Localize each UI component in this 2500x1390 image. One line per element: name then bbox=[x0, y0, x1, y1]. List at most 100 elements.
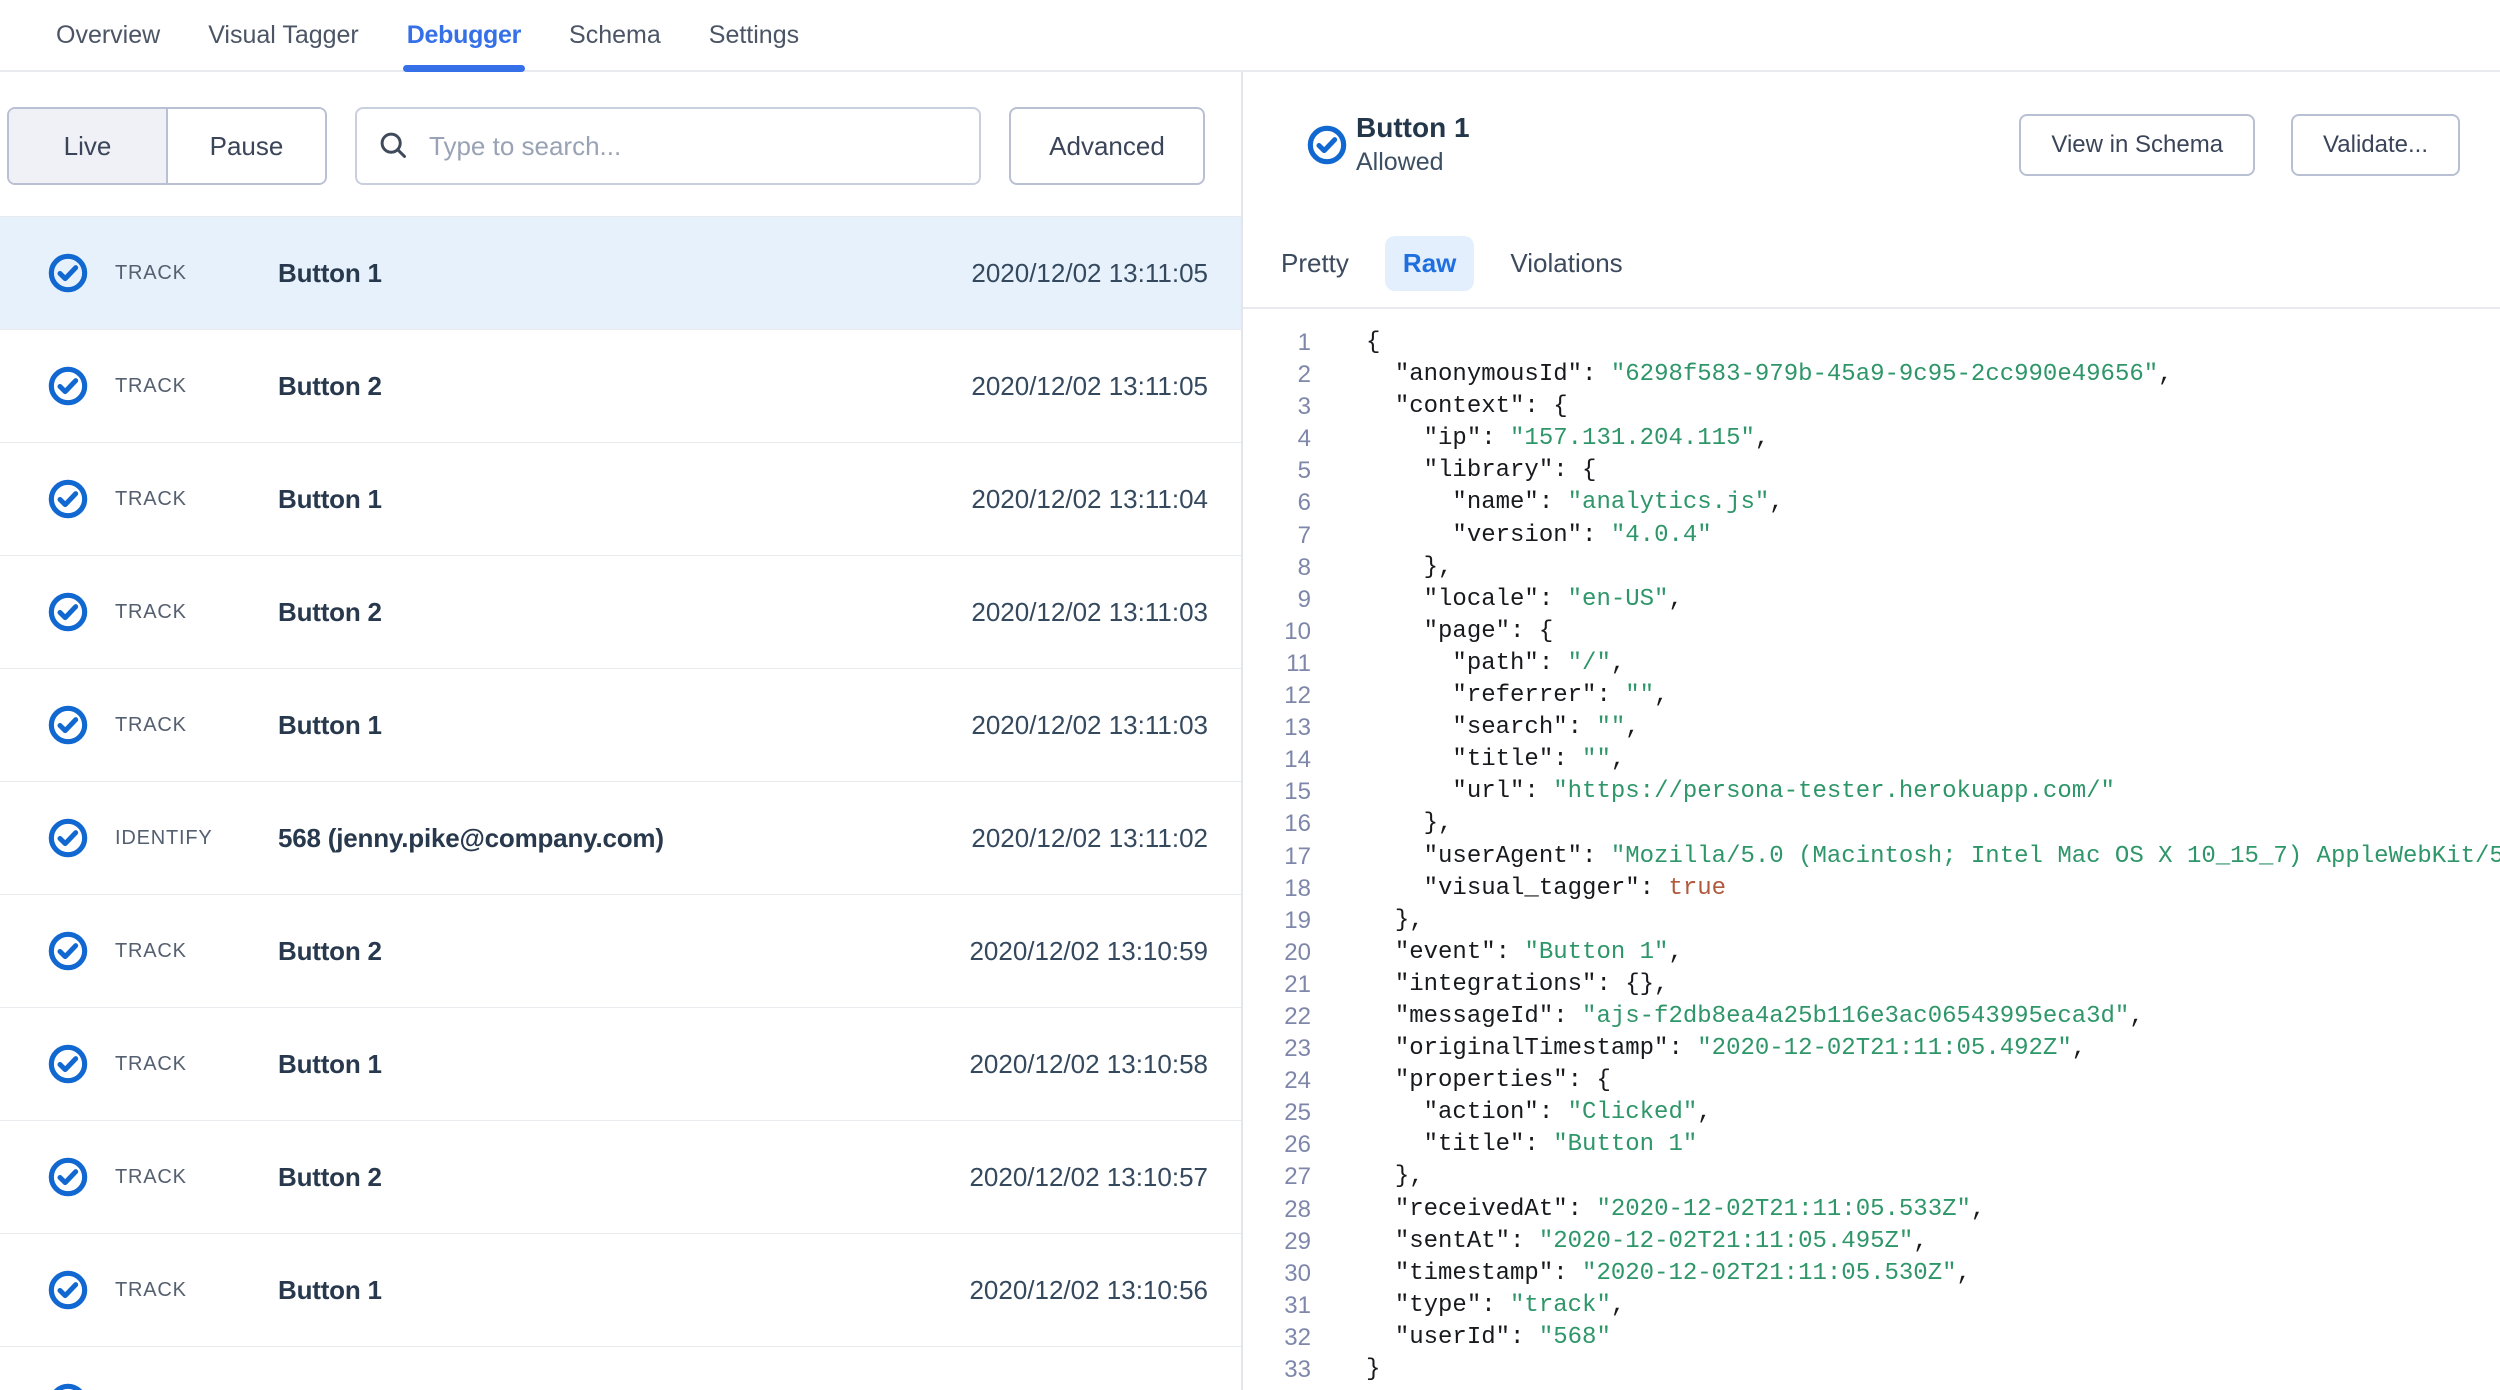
event-row[interactable]: TRACKButton 22020/12/02 13:10:57 bbox=[0, 1121, 1241, 1234]
line-number: 21 bbox=[1243, 969, 1311, 1001]
check-circle-icon bbox=[48, 479, 88, 519]
line-number: 28 bbox=[1243, 1194, 1311, 1226]
check-circle-icon bbox=[48, 818, 88, 858]
tab-schema[interactable]: Schema bbox=[569, 0, 661, 70]
event-row[interactable]: TRACKButton 12020/12/02 13:11:04 bbox=[0, 443, 1241, 556]
code-text: "integrations": {}, bbox=[1311, 969, 1668, 1001]
line-number: 3 bbox=[1243, 391, 1311, 423]
line-number: 19 bbox=[1243, 905, 1311, 937]
line-number: 18 bbox=[1243, 873, 1311, 905]
code-line: 7 "version": "4.0.4" bbox=[1243, 520, 2500, 552]
code-text: "sentAt": "2020-12-02T21:11:05.495Z", bbox=[1311, 1226, 1928, 1258]
code-line: 10 "page": { bbox=[1243, 616, 2500, 648]
event-row[interactable]: TRACKButton 22020/12/02 13:11:03 bbox=[0, 556, 1241, 669]
code-line: 20 "event": "Button 1", bbox=[1243, 937, 2500, 969]
code-line: 19 }, bbox=[1243, 905, 2500, 937]
detail-tab-raw[interactable]: Raw bbox=[1385, 236, 1474, 291]
event-detail-panel: Button 1 Allowed View in Schema Validate… bbox=[1243, 72, 2500, 1390]
detail-tab-pretty[interactable]: Pretty bbox=[1263, 236, 1367, 291]
line-number: 15 bbox=[1243, 776, 1311, 808]
code-text: "action": "Clicked", bbox=[1311, 1097, 1712, 1129]
line-number: 32 bbox=[1243, 1322, 1311, 1354]
live-button[interactable]: Live bbox=[9, 109, 168, 183]
event-row[interactable]: IDENTIFY568 (jenny.pike@company.com)2020… bbox=[0, 782, 1241, 895]
view-in-schema-button[interactable]: View in Schema bbox=[2019, 114, 2255, 176]
top-nav: Overview Visual Tagger Debugger Schema Setti… bbox=[0, 0, 2500, 72]
line-number: 24 bbox=[1243, 1065, 1311, 1097]
search-input[interactable] bbox=[427, 130, 979, 163]
line-number: 4 bbox=[1243, 423, 1311, 455]
event-timestamp: 2020/12/02 13:11:05 bbox=[971, 371, 1208, 402]
code-text: "anonymousId": "6298f583-979b-45a9-9c95-… bbox=[1311, 359, 2173, 391]
check-circle-icon bbox=[48, 253, 88, 293]
code-line: 2 "anonymousId": "6298f583-979b-45a9-9c9… bbox=[1243, 359, 2500, 391]
code-text: "version": "4.0.4" bbox=[1311, 520, 1712, 552]
check-circle-icon bbox=[1307, 125, 1347, 165]
event-type-label: TRACK bbox=[115, 1279, 278, 1302]
code-text: "userId": "568" bbox=[1311, 1322, 1611, 1354]
code-text: "search": "", bbox=[1311, 712, 1640, 744]
line-number: 25 bbox=[1243, 1097, 1311, 1129]
event-row[interactable]: TRACKButton 22020/12/02 13:10:59 bbox=[0, 895, 1241, 1008]
event-row[interactable]: TRACKButton 1 2020/12/02 13:10:58 bbox=[0, 1008, 1241, 1121]
detail-tabs: Pretty Raw Violations bbox=[1243, 236, 2500, 309]
tab-settings[interactable]: Settings bbox=[709, 0, 799, 70]
code-text: "library": { bbox=[1311, 455, 1596, 487]
advanced-button[interactable]: Advanced bbox=[1009, 107, 1205, 185]
event-row[interactable]: TRACKButton 22020/12/02 13:11:05 bbox=[0, 330, 1241, 443]
detail-tab-violations[interactable]: Violations bbox=[1492, 236, 1640, 291]
code-line: 33} bbox=[1243, 1354, 2500, 1386]
event-name: Button 1 bbox=[278, 1049, 382, 1080]
event-name: Button 1 bbox=[278, 258, 382, 289]
line-number: 31 bbox=[1243, 1290, 1311, 1322]
event-type-label: TRACK bbox=[115, 1053, 278, 1076]
check-circle-icon bbox=[48, 705, 88, 745]
tab-visual-tagger[interactable]: Visual Tagger bbox=[208, 0, 359, 70]
line-number: 33 bbox=[1243, 1354, 1311, 1386]
event-type-label: TRACK bbox=[115, 940, 278, 963]
tab-debugger[interactable]: Debugger bbox=[407, 0, 521, 70]
line-number: 7 bbox=[1243, 520, 1311, 552]
event-list-toolbar: Live Pause Advanced bbox=[0, 107, 1241, 185]
event-name: Button 2 bbox=[278, 597, 382, 628]
code-text: "name": "analytics.js", bbox=[1311, 487, 1784, 519]
event-row[interactable]: IDENTIFY565 (hal.sturgeon@company.com)20… bbox=[0, 1347, 1241, 1390]
event-timestamp: 2020/12/02 13:10:58 bbox=[969, 1049, 1208, 1080]
pause-button[interactable]: Pause bbox=[168, 109, 325, 183]
code-line: 11 "path": "/", bbox=[1243, 648, 2500, 680]
search-icon bbox=[377, 129, 411, 163]
line-number: 23 bbox=[1243, 1033, 1311, 1065]
event-detail-title: Button 1 bbox=[1356, 112, 1470, 144]
code-text: "originalTimestamp": "2020-12-02T21:11:0… bbox=[1311, 1033, 2086, 1065]
code-line: 21 "integrations": {}, bbox=[1243, 969, 2500, 1001]
event-type-label: TRACK bbox=[115, 601, 278, 624]
code-line: 25 "action": "Clicked", bbox=[1243, 1097, 2500, 1129]
event-row[interactable]: TRACKButton 12020/12/02 13:10:56 bbox=[0, 1234, 1241, 1347]
event-type-label: TRACK bbox=[115, 488, 278, 511]
line-number: 26 bbox=[1243, 1129, 1311, 1161]
event-name: Button 2 bbox=[278, 371, 382, 402]
code-line: 26 "title": "Button 1" bbox=[1243, 1129, 2500, 1161]
code-line: 32 "userId": "568" bbox=[1243, 1322, 2500, 1354]
event-row[interactable]: TRACKButton 12020/12/02 13:11:03 bbox=[0, 669, 1241, 782]
code-text: "url": "https://persona-tester.herokuapp… bbox=[1311, 776, 2115, 808]
event-row[interactable]: TRACKButton 12020/12/02 13:11:05 bbox=[0, 217, 1241, 330]
code-line: 27 }, bbox=[1243, 1161, 2500, 1193]
code-line: 12 "referrer": "", bbox=[1243, 680, 2500, 712]
code-text: "messageId": "ajs-f2db8ea4a25b116e3ac065… bbox=[1311, 1001, 2144, 1033]
validate-button[interactable]: Validate... bbox=[2291, 114, 2460, 176]
code-line: 18 "visual_tagger": true bbox=[1243, 873, 2500, 905]
event-name: Button 1 bbox=[278, 484, 382, 515]
code-line: 29 "sentAt": "2020-12-02T21:11:05.495Z", bbox=[1243, 1226, 2500, 1258]
code-line: 3 "context": { bbox=[1243, 391, 2500, 423]
line-number: 16 bbox=[1243, 808, 1311, 840]
code-line: 30 "timestamp": "2020-12-02T21:11:05.530… bbox=[1243, 1258, 2500, 1290]
check-circle-icon bbox=[48, 1157, 88, 1197]
event-type-label: TRACK bbox=[115, 1166, 278, 1189]
code-line: 1{ bbox=[1243, 327, 2500, 359]
raw-json-view: 1{2 "anonymousId": "6298f583-979b-45a9-9… bbox=[1243, 309, 2500, 1386]
code-line: 6 "name": "analytics.js", bbox=[1243, 487, 2500, 519]
tab-overview[interactable]: Overview bbox=[56, 0, 160, 70]
code-line: 9 "locale": "en-US", bbox=[1243, 584, 2500, 616]
code-text: "locale": "en-US", bbox=[1311, 584, 1683, 616]
